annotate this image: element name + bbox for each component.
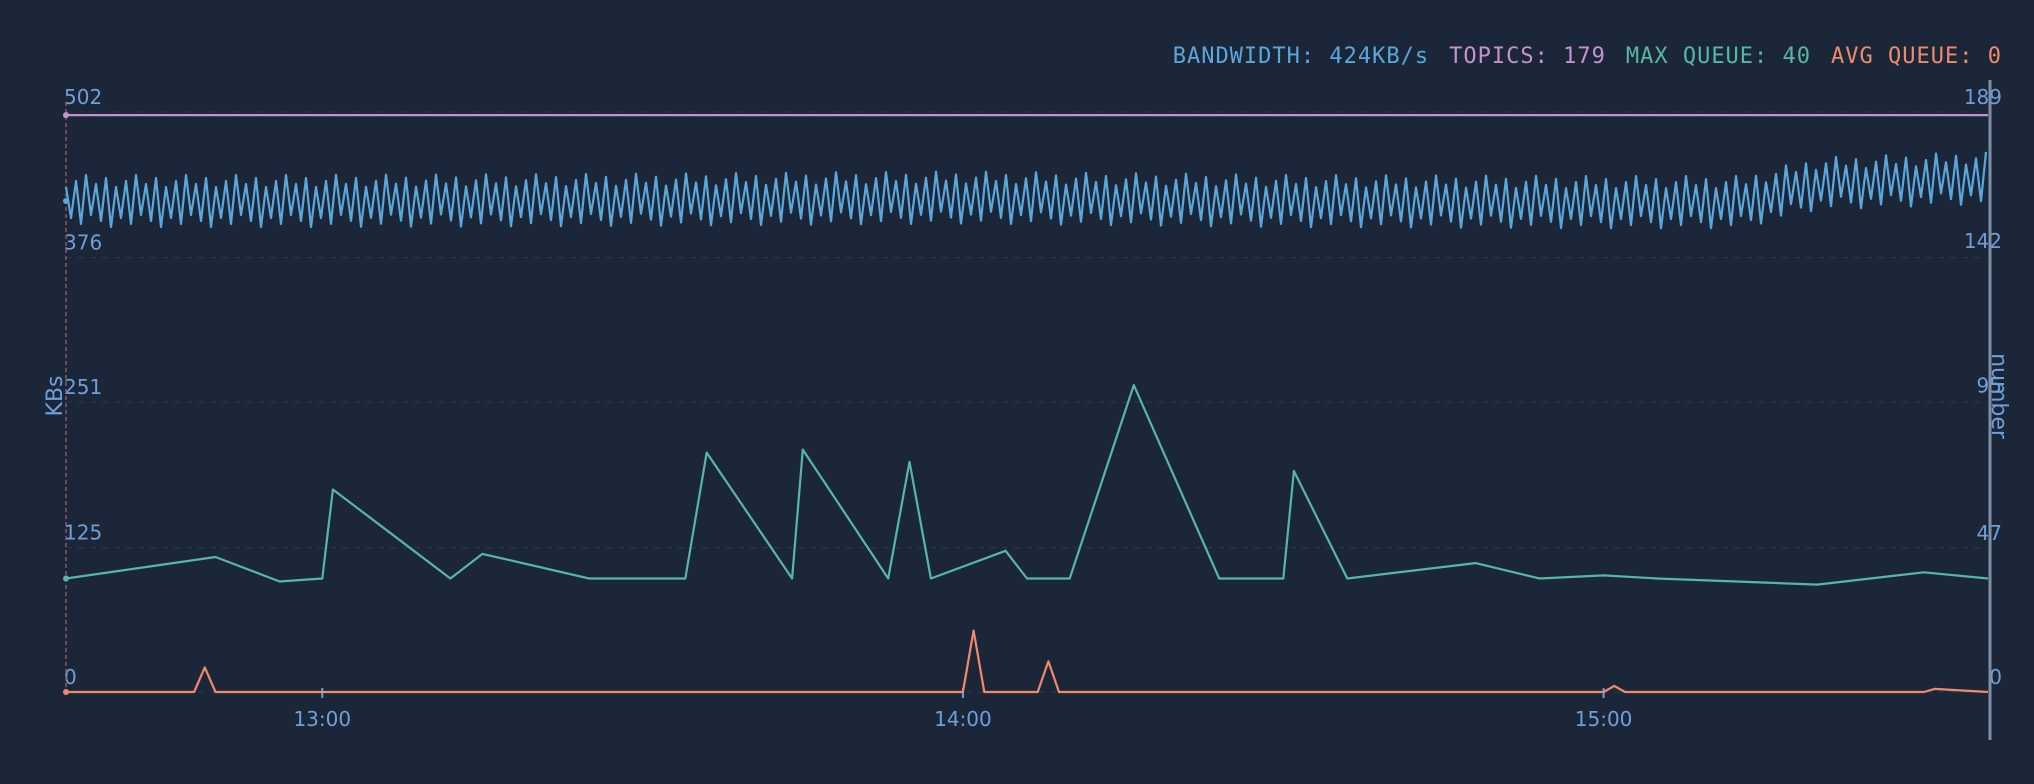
y-right-tick-label: 189 [1964, 85, 2002, 109]
max-queue-series-line [65, 384, 1989, 586]
y-left-tick-label: 251 [64, 375, 102, 399]
avg-queue-series-point [63, 689, 69, 695]
x-tick-label: 14:00 [934, 707, 992, 731]
topics-series-point [63, 112, 69, 119]
bandwidth-series-line [64, 151, 1988, 230]
max-queue-series-point [63, 575, 69, 582]
metrics-chart: 01252513765020479514218913:0014:0015:00K… [43, 80, 2011, 740]
y-left-tick-label: 502 [64, 85, 102, 109]
y-left-tick-label: 376 [64, 231, 102, 255]
avg-queue-series-line [66, 629, 1989, 694]
y-left-tick-label: 125 [64, 521, 102, 545]
bandwidth-series-point [63, 197, 69, 204]
x-tick-label: 13:00 [293, 707, 351, 731]
y-left-axis-title: KBs [43, 376, 68, 417]
x-tick-label: 15:00 [1575, 707, 1633, 731]
y-right-axis-title: number [1986, 353, 2011, 440]
y-right-tick-label: 142 [1964, 229, 2002, 253]
